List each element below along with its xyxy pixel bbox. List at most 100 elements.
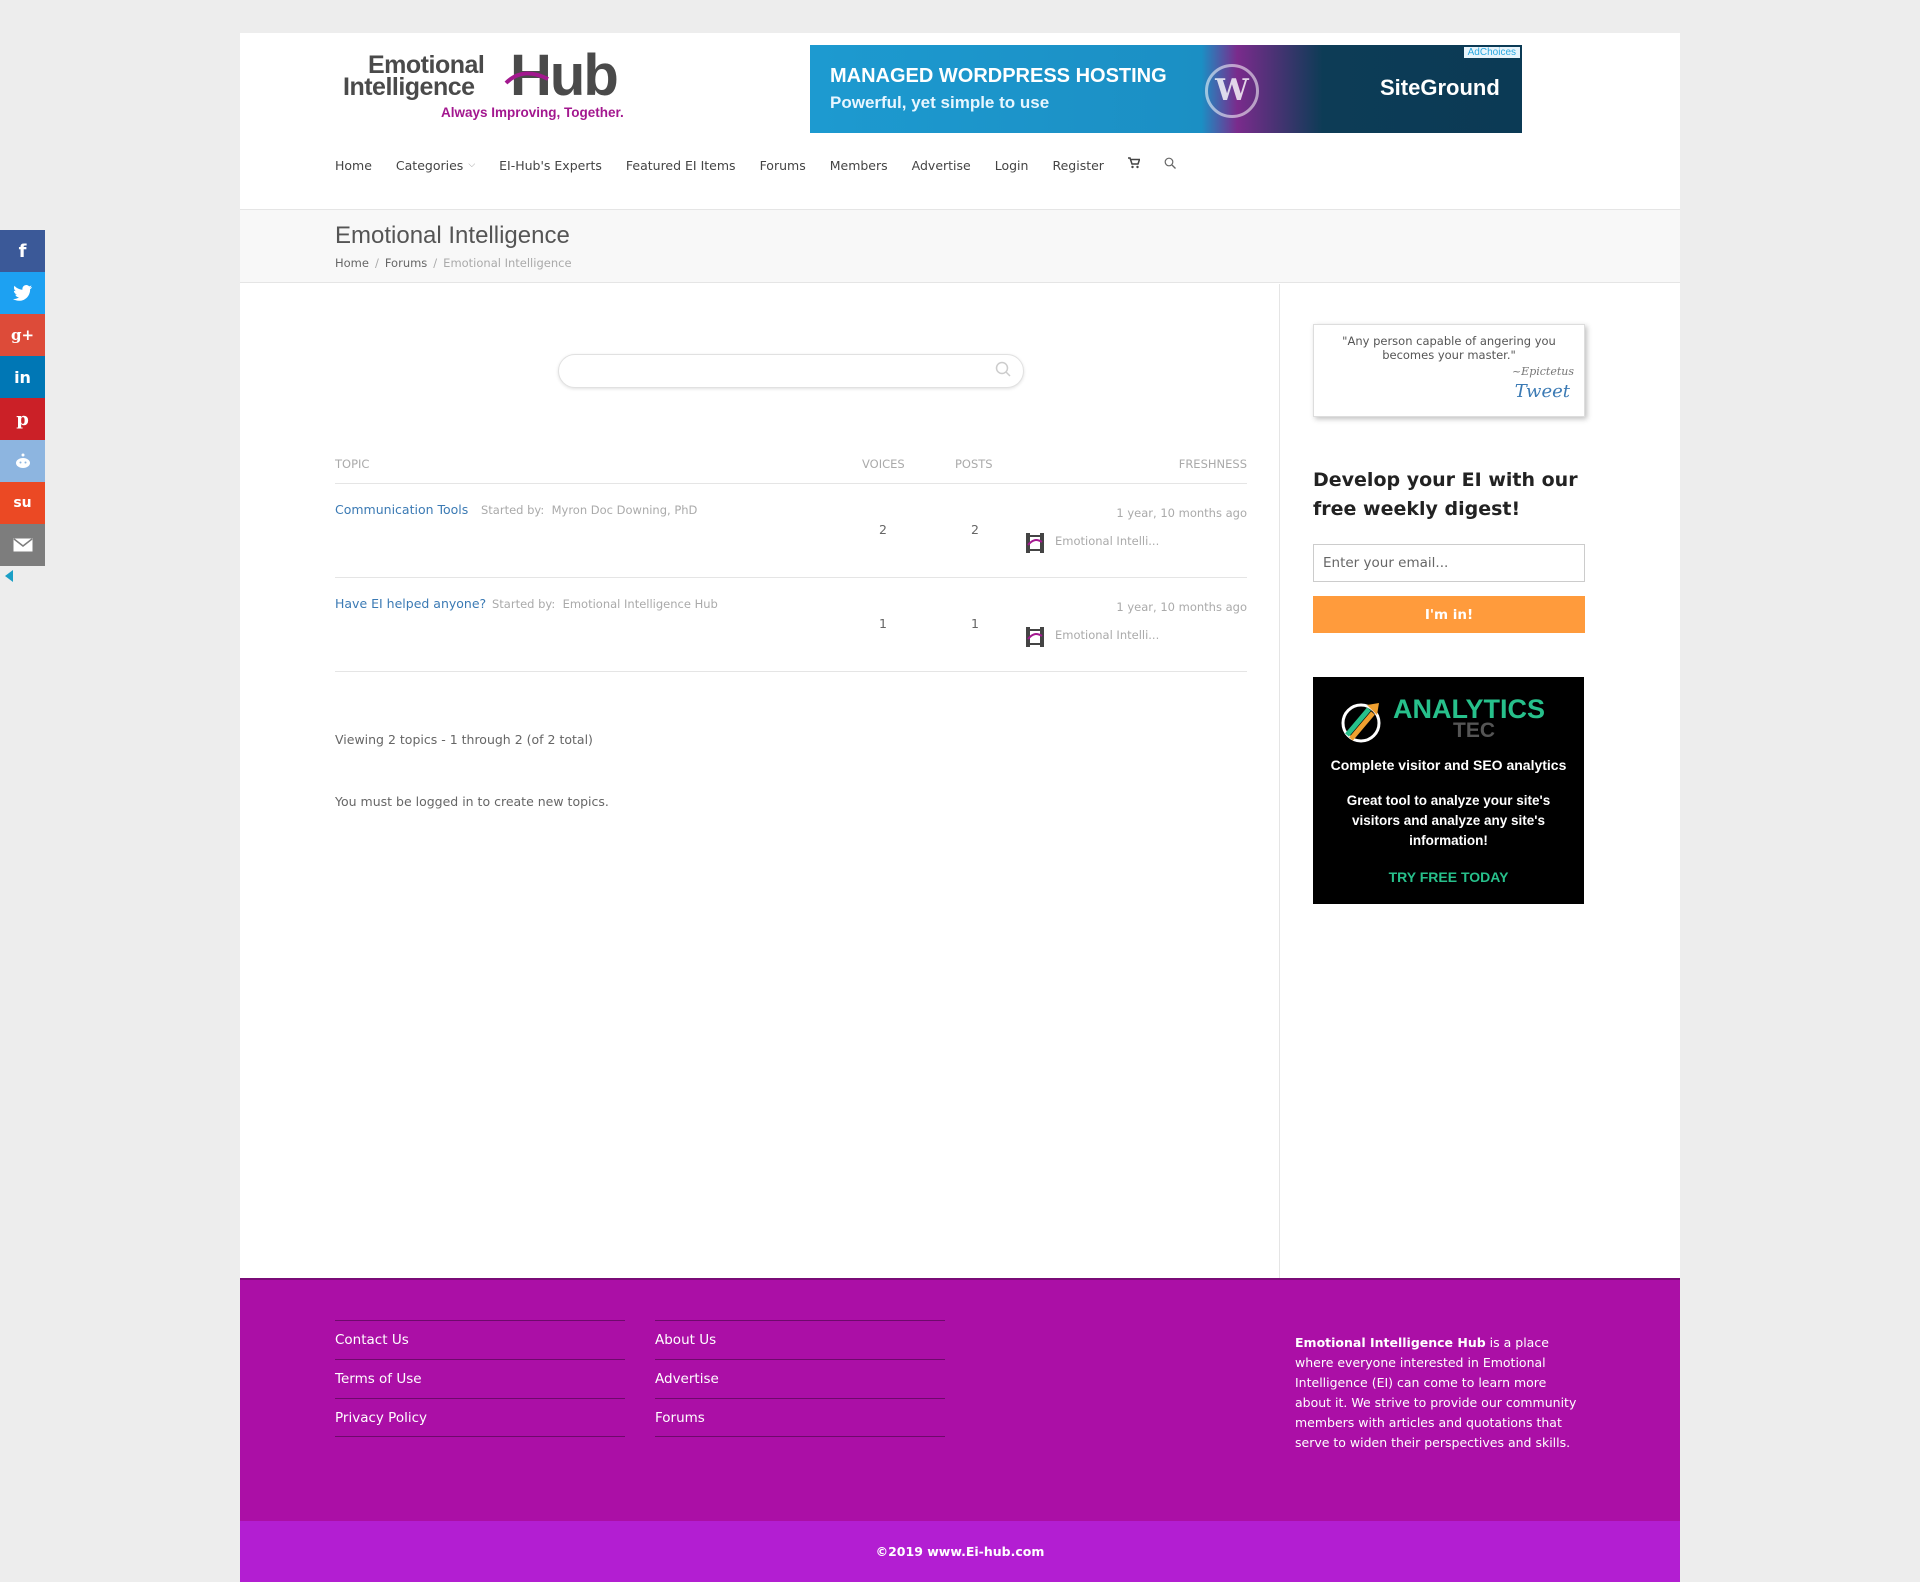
search-icon[interactable]	[995, 361, 1011, 382]
footer-link-forums[interactable]: Forums	[655, 1398, 945, 1437]
copyright: ©2019 www.Ei-hub.com	[240, 1521, 1680, 1582]
ad-brand: SiteGround	[1380, 75, 1500, 100]
site-footer: Contact Us Terms of Use Privacy Policy A…	[240, 1278, 1680, 1521]
facebook-icon[interactable]: f	[0, 230, 45, 272]
table-row: Communication Tools Started by: Myron Do…	[335, 484, 1247, 578]
logo-swoosh-icon	[504, 71, 549, 85]
footer-link-contact[interactable]: Contact Us	[335, 1320, 625, 1359]
ad-subline: Powerful, yet simple to use	[830, 93, 1050, 112]
page-container: Emotional Intelligence Hub Always Improv…	[240, 33, 1680, 1582]
email-field[interactable]	[1313, 544, 1585, 582]
topic-author[interactable]: Emotional Intelligence Hub	[563, 597, 718, 611]
email-icon[interactable]	[0, 524, 45, 566]
ad-cta[interactable]: TRY FREE TODAY	[1313, 869, 1584, 885]
social-share-bar: f g+ in p su	[0, 230, 45, 582]
subscribe-button[interactable]: I'm in!	[1313, 596, 1585, 633]
footer-about: Emotional Intelligence Hub is a place wh…	[1295, 1333, 1585, 1453]
started-by-label: Started by:	[481, 503, 545, 517]
ad-line2: Great tool to analyze your site's visito…	[1346, 793, 1551, 848]
breadcrumb: Home / Forums / Emotional Intelligence	[335, 256, 572, 270]
analytics-logo-icon	[1341, 703, 1381, 743]
freshness-link[interactable]: 1 year, 10 months ago	[1116, 600, 1247, 614]
nav-home[interactable]: Home	[335, 157, 372, 173]
breadcrumb-separator: /	[374, 256, 379, 270]
breadcrumb-current: Emotional Intelligence	[443, 256, 572, 270]
page-title-bar: Emotional Intelligence Home / Forums / Emoti…	[240, 209, 1680, 283]
breadcrumb-forums[interactable]: Forums	[385, 256, 427, 270]
stumbleupon-icon[interactable]: su	[0, 482, 45, 524]
footer-about-text: is a place where everyone interested in …	[1295, 1335, 1577, 1450]
posts-count: 2	[971, 522, 979, 537]
pagination-count: Viewing 2 topics - 1 through 2 (of 2 tot…	[335, 732, 593, 747]
header-ad-banner[interactable]: MANAGED WORDPRESS HOSTING Powerful, yet …	[810, 45, 1522, 133]
footer-link-about[interactable]: About Us	[655, 1320, 945, 1359]
nav-experts[interactable]: EI-Hub's Experts	[499, 157, 602, 173]
collapse-arrow-icon[interactable]	[5, 570, 13, 582]
chevron-down-icon: ⌵	[468, 160, 476, 170]
search-icon[interactable]	[1164, 157, 1176, 173]
newsletter-heading: Develop your EI with our free weekly dig…	[1313, 469, 1578, 520]
voices-count: 2	[879, 522, 887, 537]
started-by: Started by: Myron Doc Downing, PhD	[481, 503, 697, 517]
posts-count: 1	[971, 616, 979, 631]
footer-links-col1: Contact Us Terms of Use Privacy Policy	[335, 1320, 625, 1437]
pinterest-icon[interactable]: p	[0, 398, 45, 440]
freshness-link[interactable]: 1 year, 10 months ago	[1116, 506, 1247, 520]
wordpress-icon: W	[1205, 64, 1259, 118]
page-title: Emotional Intelligence	[335, 222, 570, 249]
table-row: Have EI helped anyone? Started by: Emoti…	[335, 578, 1247, 672]
twitter-icon[interactable]	[0, 272, 45, 314]
topic-link[interactable]: Have EI helped anyone?	[335, 596, 486, 611]
ad-headline: MANAGED WORDPRESS HOSTING	[830, 65, 1167, 87]
quote-author: ~Epictetus	[1511, 365, 1574, 378]
tweet-link[interactable]: Tweet	[1515, 381, 1570, 402]
nav-advertise[interactable]: Advertise	[912, 157, 971, 173]
footer-link-advertise[interactable]: Advertise	[655, 1359, 945, 1398]
started-by: Started by: Emotional Intelligence Hub	[492, 597, 718, 611]
footer-links-col2: About Us Advertise Forums	[655, 1320, 945, 1437]
footer-link-privacy[interactable]: Privacy Policy	[335, 1398, 625, 1437]
reddit-icon[interactable]	[0, 440, 45, 482]
logo-line2: Intelligence	[343, 73, 475, 101]
site-logo[interactable]: Emotional Intelligence Hub Always Improv…	[341, 43, 631, 123]
nav-featured[interactable]: Featured EI Items	[626, 157, 736, 173]
footer-about-title: Emotional Intelligence Hub	[1295, 1335, 1486, 1350]
column-voices: VOICES	[862, 457, 905, 471]
topics-table-header: TOPIC VOICES POSTS FRESHNESS	[335, 454, 1247, 484]
nav-register[interactable]: Register	[1052, 157, 1103, 173]
topic-author[interactable]: Myron Doc Downing, PhD	[552, 503, 698, 517]
nav-categories[interactable]: Categories ⌵	[396, 157, 475, 173]
avatar[interactable]	[1025, 532, 1045, 554]
column-posts: POSTS	[955, 457, 993, 471]
login-notice: You must be logged in to create new topi…	[335, 794, 609, 809]
voices-count: 1	[879, 616, 887, 631]
nav-login[interactable]: Login	[995, 157, 1029, 173]
adchoices-label[interactable]: AdChoices	[1463, 47, 1520, 58]
nav-categories-label: Categories	[395, 157, 464, 173]
main-nav: Home Categories ⌵ EI-Hub's Experts Featur…	[335, 157, 1200, 173]
nav-members[interactable]: Members	[830, 157, 888, 173]
ad-line1: Complete visitor and SEO analytics	[1330, 757, 1567, 773]
linkedin-icon[interactable]: in	[0, 356, 45, 398]
nav-forums[interactable]: Forums	[760, 157, 806, 173]
main-content: TOPIC VOICES POSTS FRESHNESS Communicati…	[240, 284, 1280, 1278]
quote-widget: "Any person capable of angering you beco…	[1313, 324, 1585, 417]
started-by-label: Started by:	[492, 597, 556, 611]
ad-brand-sub: TEC	[1453, 719, 1495, 742]
forum-search-input[interactable]	[558, 354, 1024, 388]
quote-text: "Any person capable of angering you beco…	[1342, 334, 1556, 362]
shopping-cart-icon[interactable]	[1127, 157, 1141, 173]
logo-tagline: Always Improving, Together.	[441, 105, 624, 120]
avatar[interactable]	[1025, 626, 1045, 648]
last-poster[interactable]: Emotional Intelli...	[1055, 628, 1159, 642]
last-poster[interactable]: Emotional Intelli...	[1055, 534, 1159, 548]
footer-link-terms[interactable]: Terms of Use	[335, 1359, 625, 1398]
sidebar-ad[interactable]: ANALYTICS TEC Complete visitor and SEO a…	[1313, 677, 1584, 904]
topic-link[interactable]: Communication Tools	[335, 502, 468, 517]
column-freshness: FRESHNESS	[1178, 457, 1247, 471]
column-topic: TOPIC	[335, 457, 370, 471]
breadcrumb-home[interactable]: Home	[335, 256, 369, 270]
topics-table: TOPIC VOICES POSTS FRESHNESS Communicati…	[335, 454, 1247, 672]
breadcrumb-separator: /	[433, 256, 438, 270]
google-plus-icon[interactable]: g+	[0, 314, 45, 356]
